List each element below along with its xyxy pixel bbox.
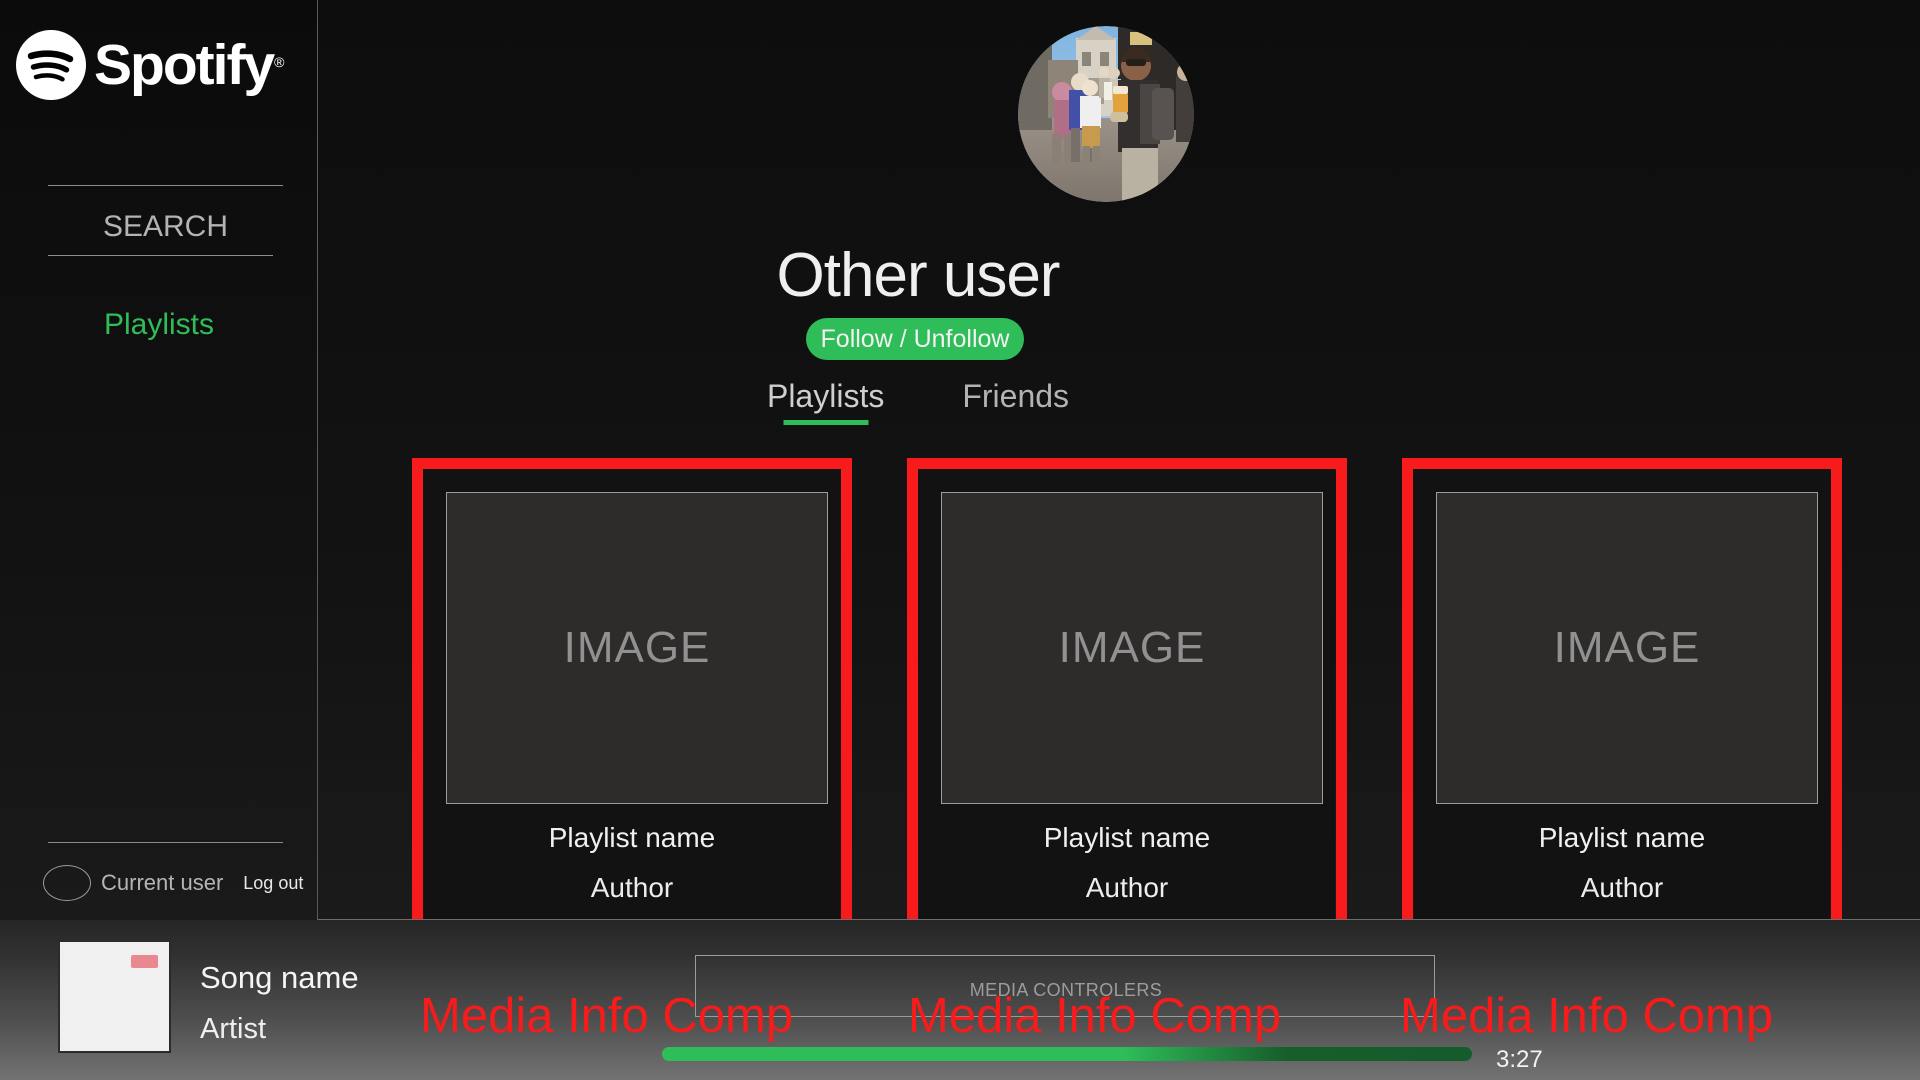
spotify-profile-mockup: Spotify ® Playlists Current user Log out <box>0 0 1920 1080</box>
playlist-grid: IMAGE Playlist name Author IMAGE Playlis… <box>412 458 1842 946</box>
playlist-card[interactable]: IMAGE Playlist name Author <box>424 470 840 934</box>
search-divider-top <box>48 185 283 186</box>
track-duration: 3:27 <box>1496 1046 1543 1073</box>
progress-fill <box>662 1047 1472 1061</box>
playlist-author: Author <box>590 872 674 903</box>
progress-scrubber[interactable] <box>662 1047 1472 1061</box>
playlist-image-placeholder: IMAGE <box>446 492 828 804</box>
now-playing-artist: Artist <box>200 1013 267 1045</box>
profile-tabs: Playlists Friends <box>318 378 1518 425</box>
search-divider-bottom <box>48 255 273 256</box>
follow-unfollow-button[interactable]: Follow / Unfollow <box>806 318 1024 360</box>
user-divider <box>48 842 283 843</box>
playlist-author: Author <box>1085 872 1169 903</box>
spotify-wordmark: Spotify <box>94 32 275 97</box>
spotify-logo[interactable]: Spotify ® <box>16 30 284 100</box>
logout-button[interactable]: Log out <box>243 873 303 894</box>
page-title: Other user <box>776 241 1061 310</box>
sidebar-item-playlists[interactable]: Playlists <box>0 308 318 342</box>
now-playing-song: Song name <box>200 960 359 995</box>
playlist-card-wrapper: IMAGE Playlist name Author <box>412 458 852 946</box>
playlist-name: Playlist name <box>1538 822 1706 853</box>
playlist-author: Author <box>1580 872 1664 903</box>
playlist-card[interactable]: IMAGE Playlist name Author <box>919 470 1335 934</box>
profile-photo-avatar[interactable] <box>1018 26 1194 202</box>
playlist-image-placeholder: IMAGE <box>941 492 1323 804</box>
playlist-name: Playlist name <box>1043 822 1211 853</box>
playlist-name: Playlist name <box>548 822 716 853</box>
playlist-card[interactable]: IMAGE Playlist name Author <box>1414 470 1830 934</box>
playlist-card-wrapper: IMAGE Playlist name Author <box>1402 458 1842 946</box>
current-user-row[interactable]: Current user Log out <box>43 862 303 904</box>
spotify-logo-icon <box>16 30 86 100</box>
media-controls-container[interactable]: MEDIA CONTROLERS <box>695 955 1435 1017</box>
media-controls-label: MEDIA CONTROLERS <box>969 980 1163 1000</box>
current-user-label: Current user <box>101 870 224 895</box>
album-badge-icon <box>131 955 158 968</box>
sidebar: Spotify ® Playlists Current user Log out <box>0 0 318 920</box>
avatar-placeholder-icon <box>43 865 91 901</box>
tab-playlists[interactable]: Playlists <box>767 378 884 425</box>
playlist-image-placeholder: IMAGE <box>1436 492 1818 804</box>
tab-friends[interactable]: Friends <box>962 378 1069 425</box>
playlist-card-wrapper: IMAGE Playlist name Author <box>907 458 1347 946</box>
album-art-placeholder[interactable] <box>58 940 171 1053</box>
registered-mark: ® <box>274 54 285 70</box>
search-input[interactable] <box>48 205 283 249</box>
